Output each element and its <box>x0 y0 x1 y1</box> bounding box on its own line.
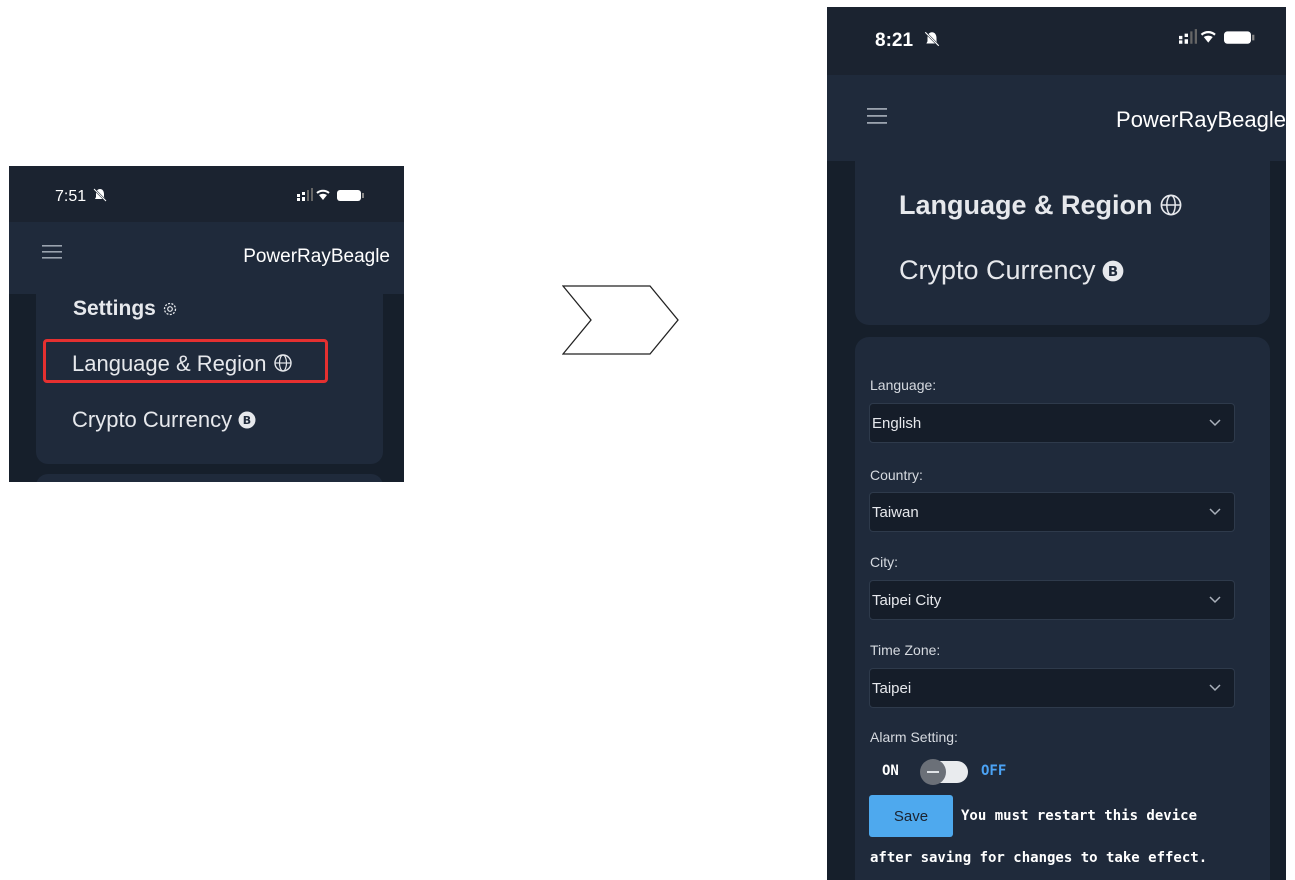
language-select[interactable]: English <box>869 403 1235 443</box>
settings-heading[interactable]: Settings <box>73 297 178 321</box>
alarm-on-label: ON <box>882 763 899 779</box>
city-label: City: <box>870 554 898 570</box>
signal-wifi-battery-icon <box>1179 29 1255 44</box>
language-label: Language: <box>870 377 937 393</box>
country-value: Taiwan <box>872 504 919 521</box>
crypto-currency-label: Crypto Currency <box>72 407 233 432</box>
hamburger-menu-icon[interactable] <box>42 245 62 259</box>
alarm-off-label: OFF <box>981 763 1007 779</box>
bell-muted-icon <box>924 31 940 47</box>
before-screenshot: 7:51 PowerRayBeagle Settings Language & … <box>9 166 404 482</box>
status-bar: 8:21 <box>827 7 1286 75</box>
status-time: 8:21 <box>875 30 914 51</box>
menu-item-language-region[interactable]: Language & Region <box>899 190 1183 221</box>
gear-icon <box>163 302 176 316</box>
menu-item-crypto-currency[interactable]: Crypto Currency B <box>899 255 1124 286</box>
chevron-down-icon <box>1209 684 1221 692</box>
app-header: PowerRayBeagle <box>827 75 1286 161</box>
chevron-down-icon <box>1209 419 1221 427</box>
language-region-label: Language & Region <box>899 190 1153 220</box>
signal-wifi-battery-icon <box>297 188 364 201</box>
alarm-toggle-switch[interactable] <box>920 759 968 785</box>
city-select[interactable]: Taipei City <box>869 580 1235 620</box>
status-bar: 7:51 <box>9 166 404 222</box>
restart-note-line1: You must restart this device <box>961 808 1198 824</box>
chevron-down-icon <box>1209 508 1221 516</box>
bitcoin-icon: B <box>238 411 256 429</box>
svg-text:B: B <box>1107 265 1117 280</box>
alarm-setting-label: Alarm Setting: <box>870 729 958 745</box>
menu-item-crypto-currency[interactable]: Crypto Currency B <box>72 407 256 433</box>
status-time: 7:51 <box>55 188 87 205</box>
toggle-knob <box>920 759 946 785</box>
save-button[interactable]: Save <box>869 795 953 837</box>
app-title: PowerRayBeagle <box>1116 107 1286 132</box>
language-value: English <box>872 415 922 432</box>
chevron-down-icon <box>1209 596 1221 604</box>
timezone-value: Taipei <box>872 680 912 697</box>
city-value: Taipei City <box>872 592 942 609</box>
bell-muted-icon <box>93 188 107 202</box>
timezone-label: Time Zone: <box>870 642 941 658</box>
settings-label: Settings <box>73 297 156 320</box>
app-header: PowerRayBeagle <box>9 222 404 294</box>
restart-note-line2: after saving for changes to take effect. <box>870 850 1208 866</box>
globe-icon <box>1160 194 1181 216</box>
transition-arrow-icon <box>562 285 679 355</box>
next-card <box>36 474 383 482</box>
app-title: PowerRayBeagle <box>243 246 390 267</box>
settings-menu-card <box>855 161 1270 325</box>
bitcoin-icon: B <box>1102 260 1123 282</box>
country-label: Country: <box>870 467 923 483</box>
hamburger-menu-icon[interactable] <box>867 108 887 124</box>
highlight-box <box>43 339 328 383</box>
after-screenshot: 8:21 PowerRayBeagle Language & Region Cr… <box>827 7 1286 880</box>
svg-text:B: B <box>243 414 251 427</box>
crypto-currency-label: Crypto Currency <box>899 255 1096 285</box>
timezone-select[interactable]: Taipei <box>869 668 1235 708</box>
country-select[interactable]: Taiwan <box>869 492 1235 532</box>
